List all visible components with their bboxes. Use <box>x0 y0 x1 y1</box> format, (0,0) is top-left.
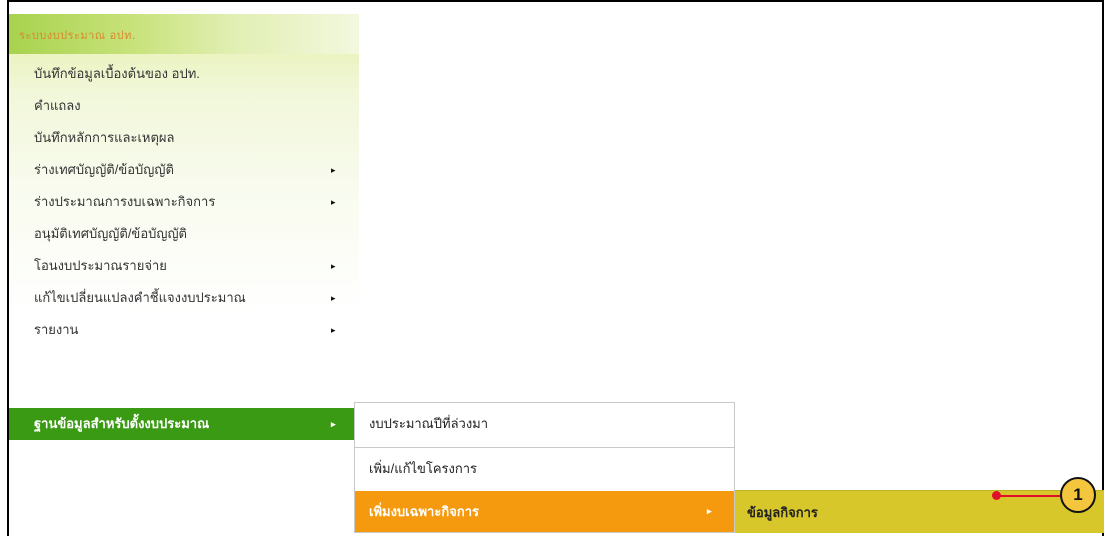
menu-item-budget-transfer[interactable]: โอนงบประมาณรายจ่าย ▸ <box>9 250 359 282</box>
menu-item-label: บันทึกข้อมูลเบื้องต้นของ อปท. <box>34 66 200 81</box>
menu-header-title: ระบบงบประมาณ อปท. <box>19 29 136 42</box>
menu-item-label: ร่างประมาณการงบเฉพาะกิจการ <box>34 194 216 209</box>
menu-item-label: โอนงบประมาณรายจ่าย <box>34 258 167 273</box>
menu-item-amend-explanation[interactable]: แก้ไขเปลี่ยนแปลงคำชี้แจงงบประมาณ ▸ <box>9 282 359 314</box>
menu-item-approve-ordinance[interactable]: อนุมัติเทศบัญญัติ/ข้อบัญญัติ <box>9 218 359 250</box>
menu-item-label: แก้ไขเปลี่ยนแปลงคำชี้แจงงบประมาณ <box>34 290 246 305</box>
submenu-item-label: เพิ่มงบเฉพาะกิจการ <box>369 504 479 519</box>
submenu-arrow-icon: ▸ <box>331 261 336 271</box>
callout-line <box>997 495 1063 497</box>
menu-item-draft-special-budget[interactable]: ร่างประมาณการงบเฉพาะกิจการ ▸ <box>9 186 359 218</box>
submenu-arrow-icon: ▸ <box>707 506 712 516</box>
main-menu: ระบบงบประมาณ อปท. บันทึกข้อมูลเบื้องต้นข… <box>9 14 359 444</box>
submenu-item-label: งบประมาณปีที่ล่วงมา <box>369 416 489 431</box>
menu-item-budget-database[interactable]: ฐานข้อมูลสำหรับตั้งงบประมาณ ▸ <box>9 408 359 440</box>
submenu-item-add-special-budget[interactable]: เพิ่มงบเฉพาะกิจการ ▸ <box>355 491 734 532</box>
submenu-arrow-icon: ▸ <box>331 325 336 335</box>
menu-item-label: ฐานข้อมูลสำหรับตั้งงบประมาณ <box>34 416 210 431</box>
menu-item-label: รายงาน <box>34 322 79 337</box>
submenu-item-previous-budget[interactable]: งบประมาณปีที่ล่วงมา <box>355 403 734 444</box>
submenu-item-label: เพิ่ม/แก้ไขโครงการ <box>369 461 478 476</box>
menu-item-label: ร่างเทศบัญญัติ/ข้อบัญญัติ <box>34 162 174 177</box>
menu-header: ระบบงบประมาณ อปท. <box>9 14 359 54</box>
menu-item-statement[interactable]: คำแถลง <box>9 90 359 122</box>
menu-item-reports[interactable]: รายงาน ▸ <box>9 314 359 346</box>
submenu-arrow-icon: ▸ <box>331 293 336 303</box>
menu-item-label: บันทึกหลักการและเหตุผล <box>34 130 175 145</box>
callout-dot <box>992 491 1001 500</box>
submenu-budget-database: งบประมาณปีที่ล่วงมา เพิ่ม/แก้ไขโครงการ เ… <box>354 402 735 533</box>
menu-item-label: อนุมัติเทศบัญญัติ/ข้อบัญญัติ <box>34 226 187 241</box>
menu-item-draft-ordinance[interactable]: ร่างเทศบัญญัติ/ข้อบัญญัติ ▸ <box>9 154 359 186</box>
menu-item-initial-data[interactable]: บันทึกข้อมูลเบื้องต้นของ อปท. <box>9 58 359 90</box>
submenu-arrow-icon: ▸ <box>331 165 336 175</box>
submenu-item-add-edit-project[interactable]: เพิ่ม/แก้ไขโครงการ <box>355 447 734 488</box>
menu-item-principles[interactable]: บันทึกหลักการและเหตุผล <box>9 122 359 154</box>
submenu-arrow-icon: ▸ <box>331 197 336 207</box>
menu-item-label: คำแถลง <box>34 98 81 113</box>
submenu-item-business-data[interactable]: ข้อมูลกิจการ <box>747 491 818 534</box>
callout-number-badge: 1 <box>1060 477 1096 513</box>
submenu-arrow-icon: ▸ <box>331 419 336 429</box>
